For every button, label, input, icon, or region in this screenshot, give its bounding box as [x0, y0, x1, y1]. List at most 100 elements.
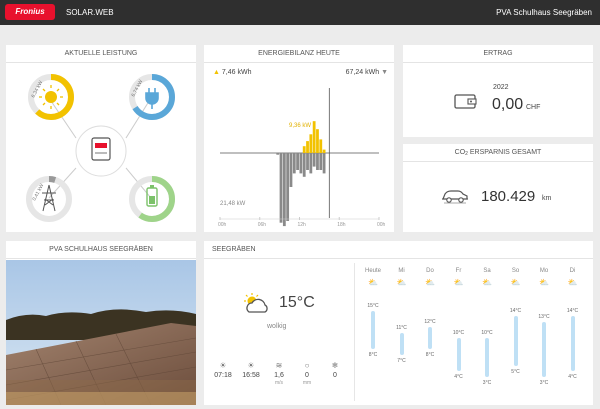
forecast-day: Mi ⛅ 11°C 7°C	[388, 263, 416, 403]
temperature-range-bar	[570, 316, 575, 371]
consumption-bar	[289, 153, 293, 187]
forecast-day-label: Sa	[483, 268, 491, 274]
weather-card: SEEGRÄBEN 15°C wolkig ☀ 07:18 ☀ 16:58 ≋ 1,6 m/…	[204, 241, 593, 405]
co2-title-prefix: CO	[454, 149, 466, 156]
energy-balance-chart[interactable]: 00h 06h 12h 18h 00h	[204, 83, 394, 232]
sun-icon	[39, 85, 63, 109]
forecast-day: Sa ⛅ 10°C 3°C	[473, 263, 501, 403]
sunrise-icon: ☀	[219, 361, 227, 370]
card-title: ENERGIEBILANZ HEUTE	[204, 45, 394, 63]
forecast-low: 4°C	[454, 374, 463, 380]
forecast-day: Do ⛅ 12°C 8°C	[416, 263, 444, 403]
partly-cloudy-icon: ⛅	[510, 278, 521, 287]
temperature-range-bar	[485, 338, 489, 377]
forecast-day-label: Di	[569, 268, 576, 274]
consumption-bar	[276, 153, 280, 155]
production-bar	[306, 141, 309, 153]
consumption-bar	[282, 153, 286, 227]
triangle-down-icon: ▼	[381, 69, 388, 76]
consumption-bar	[302, 153, 306, 177]
temperature-range-bar	[513, 316, 518, 366]
co2-unit: km	[542, 195, 552, 202]
yield-card: ERTRAG 2022 0,00 CHF	[403, 45, 593, 137]
weather-stat-value: 0	[333, 372, 337, 379]
consumption-bar	[286, 153, 290, 221]
photo-card: PVA SCHULHAUS SEEGRÄBEN	[6, 241, 196, 405]
x-tick-label: 12h	[298, 222, 307, 228]
produced-today: ▲ 7,46 kWh	[213, 69, 251, 76]
forecast: Heute ⛅ 15°C 8°C Mi ⛅ 11°C 7°C Do ⛅ 12°C 8°C Fr ⛅ 10°C…	[355, 263, 591, 403]
current-power-card: AKTUELLE LEISTUNG 6,34 kW 6,74 kW 0,41 k…	[6, 45, 196, 232]
weather-stat: ☀ 16:58	[238, 361, 264, 380]
forecast-day-label: Heute	[364, 268, 381, 274]
forecast-high: 13°C	[538, 313, 550, 320]
inverter-icon	[91, 137, 111, 161]
temperature-range-bar	[428, 327, 432, 349]
temperature-range-bar	[399, 332, 404, 355]
wallet-icon	[454, 94, 477, 109]
forecast-low: 8°C	[368, 352, 378, 358]
x-tick-label: 00h	[218, 222, 227, 228]
rain-icon: ○	[304, 361, 310, 370]
co2-title-suffix: ERSPARNIS GESAMT	[467, 149, 542, 156]
triangle-up-icon: ▲	[213, 69, 220, 76]
weather-stat-value: 07:18	[214, 372, 232, 379]
x-tick-label: 18h	[337, 222, 346, 228]
sunset-icon: ☀	[247, 361, 255, 370]
app-title[interactable]: SOLAR.WEB	[66, 8, 114, 17]
forecast-high: 11°C	[396, 324, 407, 331]
forecast-high: 14°C	[566, 308, 579, 314]
production-bar	[302, 146, 306, 153]
top-bar: Fronius SOLAR.WEB PVA Schulhaus Seegräbe…	[0, 0, 600, 25]
weather-stat: ☀ 07:18	[210, 361, 236, 380]
weather-stat: ○ 0 mm	[294, 361, 320, 386]
yield-unit: CHF	[526, 104, 541, 111]
partly-cloudy-icon: ⛅	[539, 278, 549, 287]
site-name[interactable]: PVA Schulhaus Seegräben	[496, 8, 592, 17]
card-title: ERTRAG	[403, 45, 593, 63]
consumption-bar	[319, 153, 323, 170]
forecast-day-label: Mo	[539, 268, 549, 274]
forecast-low: 5°C	[511, 368, 520, 375]
forecast-day: Fr ⛅ 10°C 4°C	[445, 263, 473, 403]
forecast-day: Heute ⛅ 15°C 8°C	[359, 263, 387, 403]
weather-stat: ≋ 1,6 m/s	[266, 361, 292, 386]
weather-stat: ❄ 0	[322, 361, 348, 380]
energy-balance-card: ENERGIEBILANZ HEUTE ▲ 7,46 kWh 67,24 kWh…	[204, 45, 394, 232]
wind-icon: ≋	[275, 361, 283, 370]
forecast-high: 12°C	[424, 319, 436, 325]
consumption-bar	[299, 153, 303, 174]
consumption-bar	[316, 153, 319, 170]
consumption-bar	[292, 153, 296, 174]
card-title: CO2 ERSPARNIS GESAMT	[403, 144, 593, 162]
weather-stat-value: 16:58	[242, 372, 260, 379]
plug-icon	[145, 88, 159, 109]
forecast-high: 14°C	[509, 308, 522, 314]
forecast-day-label: So	[511, 268, 520, 274]
yield-value: 0,00	[492, 96, 524, 113]
consumed-today: 67,24 kWh ▼	[346, 69, 388, 76]
production-bar	[319, 139, 323, 153]
consumption-bar	[296, 153, 299, 170]
consumption-bar	[322, 153, 326, 174]
production-bar	[322, 149, 326, 153]
consumption-bar	[306, 153, 309, 170]
forecast-low: 8°C	[425, 352, 435, 358]
forecast-day-label: Mi	[398, 268, 405, 274]
forecast-high: 10°C	[452, 330, 465, 336]
production-bar	[309, 134, 313, 153]
car-icon	[442, 190, 468, 204]
school-photo[interactable]	[6, 260, 196, 405]
forecast-low: 4°C	[568, 374, 577, 380]
forecast-day: Mo ⛅ 13°C 3°C	[530, 263, 558, 403]
partly-cloudy-icon: ⛅	[425, 278, 435, 287]
card-title: AKTUELLE LEISTUNG	[6, 45, 196, 63]
yield-year: 2022	[493, 84, 509, 91]
partly-cloudy-icon: ⛅	[482, 278, 492, 287]
card-title: SEEGRÄBEN	[204, 241, 593, 259]
peak-consumption-label: 21,48 kW	[220, 201, 246, 207]
forecast-day-label: Do	[426, 268, 434, 274]
partly-cloudy-icon: ⛅	[396, 278, 407, 287]
fronius-logo[interactable]: Fronius	[5, 4, 55, 20]
consumption-bar	[279, 153, 283, 223]
